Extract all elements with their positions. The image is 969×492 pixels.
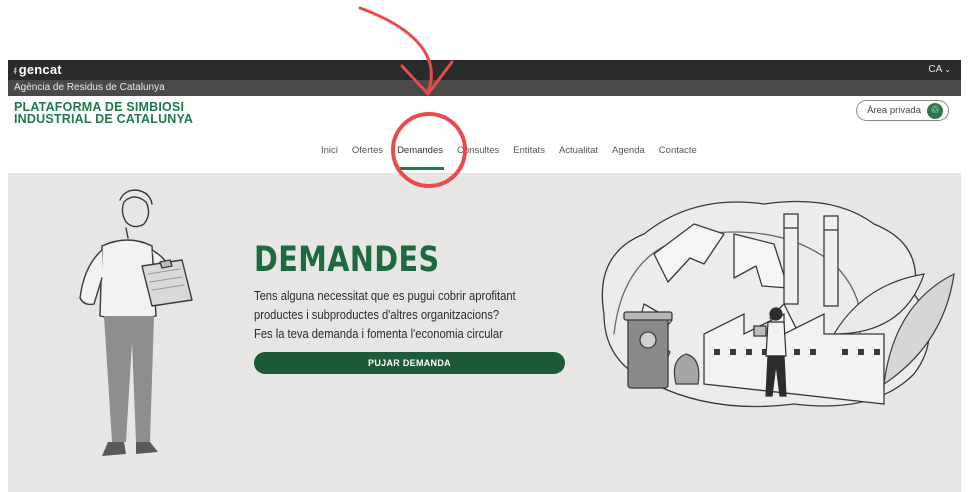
nav-item-consultes[interactable]: Consultes <box>450 145 506 156</box>
person-with-clipboard-illustration <box>79 189 193 456</box>
nav-item-contacte[interactable]: Contacte <box>652 145 704 156</box>
upload-demand-button[interactable]: PUJAR DEMANDA <box>254 352 565 374</box>
private-area-label: Àrea privada <box>867 105 921 116</box>
agency-name[interactable]: Agència de Residus de Catalunya <box>14 82 165 93</box>
hero-description: Tens alguna necessitat que es pugui cobr… <box>254 286 538 343</box>
nav-item-entitats[interactable]: Entitats <box>506 145 552 156</box>
language-label: CA <box>928 64 943 75</box>
hero-line-2: productes i subproductes d'altres organi… <box>254 307 500 322</box>
chevron-down-icon: ⌄ <box>944 65 951 74</box>
private-area-button[interactable]: Àrea privada ♲ <box>856 100 949 121</box>
site-logo[interactable]: PLATAFORMA DE SIMBIOSI INDUSTRIAL DE CAT… <box>14 101 194 126</box>
hero-section: DEMANDES Tens alguna necessitat que es p… <box>8 174 961 492</box>
gencat-logo[interactable]: ᵮ gencat <box>14 62 62 77</box>
nav-item-actualitat[interactable]: Actualitat <box>552 145 605 156</box>
browser-page: ᵮ gencat CA ⌄ Agència de Residus de Catalu… <box>8 60 961 492</box>
nav-item-demandes[interactable]: Demandes <box>390 145 450 170</box>
nav-item-inici[interactable]: Inici <box>314 145 345 156</box>
nav-item-ofertes[interactable]: Ofertes <box>345 145 390 156</box>
nav-item-agenda[interactable]: Agenda <box>605 145 652 156</box>
language-selector[interactable]: CA ⌄ <box>928 64 951 75</box>
gencat-brand-text: gencat <box>18 62 62 77</box>
gencat-mark-icon: ᵮ <box>14 66 17 76</box>
hero-line-1: Tens alguna necessitat que es pugui cobr… <box>254 288 516 303</box>
recycle-user-icon: ♲ <box>927 102 943 119</box>
recycling-factory-illustration <box>601 200 955 408</box>
agency-bar: Agència de Residus de Catalunya <box>8 80 961 96</box>
main-nav: Inici Ofertes Demandes Consultes Entitat… <box>314 145 704 170</box>
gencat-top-bar: ᵮ gencat CA ⌄ <box>8 60 961 80</box>
site-header: PLATAFORMA DE SIMBIOSI INDUSTRIAL DE CAT… <box>8 96 961 174</box>
page-title: DEMANDES <box>254 240 440 280</box>
logo-line-2: INDUSTRIAL DE CATALUNYA <box>14 112 194 126</box>
hero-line-3: Fes la teva demanda i fomenta l'economia… <box>254 326 503 341</box>
